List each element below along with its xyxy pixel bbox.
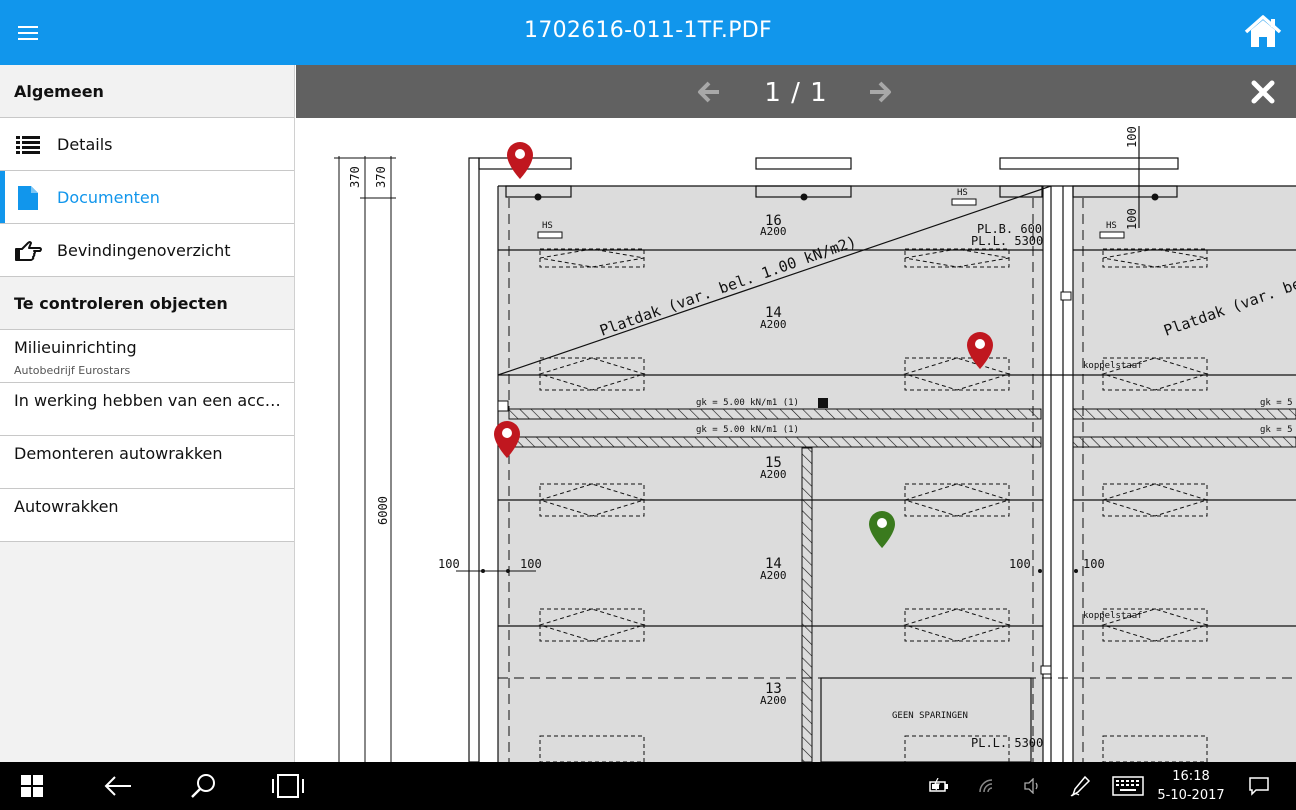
- pen-icon: [1070, 775, 1091, 797]
- clock-time: 16:18: [1172, 769, 1210, 784]
- document-icon: [18, 186, 38, 210]
- search-icon: [191, 774, 215, 798]
- hamburger-menu-button[interactable]: [10, 16, 46, 50]
- pdf-drawing-canvas[interactable]: 370 370 6000 100 100 100 100 100 100 16 …: [296, 118, 1296, 762]
- section-header-objects: Te controleren objecten: [0, 277, 294, 330]
- floor-type: A200: [760, 468, 787, 481]
- dim-100-left-in: 100: [520, 557, 542, 571]
- gk-label: gk = 5.00 kN/m1 (1): [696, 425, 799, 435]
- object-subtitle: Autobedrijf Eurostars: [14, 364, 131, 377]
- volume-icon: [1024, 778, 1038, 794]
- object-item-milieuinrichting[interactable]: Milieuinrichting Autobedrijf Eurostars: [0, 330, 294, 383]
- object-title: In werking hebben van een accula...: [14, 391, 286, 410]
- object-item-autowrakken[interactable]: Autowrakken: [0, 489, 294, 542]
- sidebar-item-label: Bevindingenoverzicht: [57, 241, 231, 260]
- hs-label: HS: [1106, 221, 1117, 231]
- battery-charging-icon: [929, 778, 948, 792]
- viewer-toolbar: 1 / 1: [296, 65, 1296, 118]
- back-arrow-icon: [104, 776, 131, 796]
- next-page-button[interactable]: [865, 77, 895, 107]
- geen-sparingen-label: GEEN SPARINGEN: [892, 711, 968, 721]
- wifi-button[interactable]: [968, 769, 1008, 803]
- dim-100-right-a: 100: [1009, 557, 1031, 571]
- task-view-button[interactable]: [268, 769, 308, 803]
- hamburger-icon: [18, 26, 38, 40]
- dim-100-top: 100: [1125, 126, 1139, 148]
- dim-100-right-b: 100: [1083, 557, 1105, 571]
- gk-label: gk = 5: [1260, 425, 1293, 435]
- section-title: Te controleren objecten: [14, 294, 228, 313]
- object-title: Milieuinrichting: [14, 338, 137, 357]
- close-viewer-button[interactable]: [1248, 77, 1278, 107]
- clock-date: 5-10-2017: [1157, 788, 1225, 803]
- list-icon: [16, 136, 40, 154]
- sidebar-item-bevindingenoverzicht[interactable]: Bevindingenoverzicht: [0, 224, 294, 277]
- gk-label: gk = 5: [1260, 398, 1293, 408]
- home-icon: [1244, 15, 1282, 47]
- object-title: Demonteren autowrakken: [14, 444, 223, 463]
- volume-button[interactable]: [1013, 769, 1053, 803]
- windows-start-icon: [21, 775, 43, 797]
- dim-100-top2: 100: [1125, 208, 1139, 230]
- back-button[interactable]: [98, 769, 138, 803]
- sidebar-item-label: Details: [57, 135, 113, 154]
- start-button[interactable]: [12, 769, 52, 803]
- dim-6000: 6000: [376, 496, 390, 525]
- gk-label: gk = 5.00 kN/m1 (1): [696, 398, 799, 408]
- koppelstaaf-label: koppelstaaf: [1083, 361, 1143, 371]
- document-title: 1702616-011-1TF.PDF: [524, 18, 772, 43]
- sidebar-item-details[interactable]: Details: [0, 118, 294, 171]
- previous-page-button[interactable]: [694, 77, 724, 107]
- dim-370-a: 370: [348, 166, 362, 188]
- arrow-right-icon: [870, 81, 891, 103]
- home-button[interactable]: [1242, 12, 1284, 52]
- hs-label: HS: [542, 221, 553, 231]
- task-view-icon: [272, 774, 304, 798]
- action-center-button[interactable]: [1239, 769, 1279, 803]
- pll-label: PL.L. 5300: [971, 234, 1043, 248]
- pen-button[interactable]: [1060, 769, 1100, 803]
- keyboard-icon: [1112, 776, 1144, 796]
- floor-type: A200: [760, 318, 787, 331]
- section-title: Algemeen: [14, 82, 104, 101]
- koppelstaaf-label: koppelstaaf: [1083, 611, 1143, 621]
- battery-button[interactable]: [920, 769, 960, 803]
- arrow-left-icon: [698, 81, 719, 103]
- floorplan-drawing: 370 370 6000 100 100 100 100 100 100 16 …: [334, 126, 1296, 762]
- windows-taskbar: 16:18 5-10-2017: [0, 762, 1296, 810]
- object-title: Autowrakken: [14, 497, 119, 516]
- sidebar-item-label: Documenten: [57, 188, 160, 207]
- hs-label: HS: [957, 188, 968, 198]
- sidebar-item-documenten[interactable]: Documenten: [0, 171, 294, 224]
- object-item-accu[interactable]: In werking hebben van een accula...: [0, 383, 294, 436]
- dim-100-left-out: 100: [438, 557, 460, 571]
- wifi-icon: [979, 779, 993, 793]
- sidebar: Algemeen Details Documenten Bevindingeno…: [0, 65, 295, 762]
- search-button[interactable]: [183, 769, 223, 803]
- floor-type: A200: [760, 569, 787, 582]
- finding-pin-red[interactable]: [507, 142, 533, 179]
- object-item-demonteren[interactable]: Demonteren autowrakken: [0, 436, 294, 489]
- touch-keyboard-button[interactable]: [1108, 769, 1148, 803]
- floor-type: A200: [760, 225, 787, 238]
- map-pin-icon: [507, 142, 533, 179]
- action-center-icon: [1249, 777, 1269, 796]
- section-header-general: Algemeen: [0, 65, 294, 118]
- system-clock[interactable]: 16:18 5-10-2017: [1150, 767, 1232, 805]
- app-header: 1702616-011-1TF.PDF: [0, 0, 1296, 65]
- floor-type: A200: [760, 694, 787, 707]
- page-indicator: 1 / 1: [764, 78, 828, 108]
- close-icon: [1251, 80, 1275, 104]
- dim-370-b: 370: [374, 166, 388, 188]
- pointing-hand-icon: [15, 241, 42, 261]
- pll-bottom-label: PL.L. 5300: [971, 736, 1043, 750]
